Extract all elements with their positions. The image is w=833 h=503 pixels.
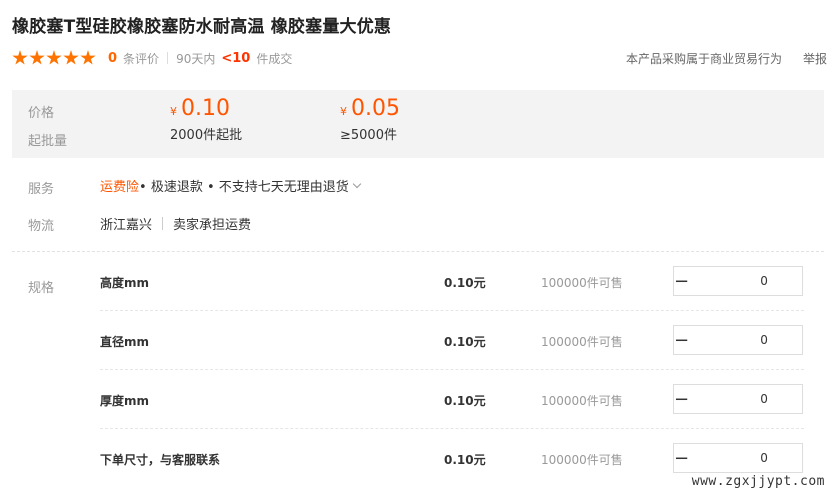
price-panel: 价格 起批量 ¥ 0.10 2000件起批 ¥ 0.05 ≥5000件 xyxy=(12,90,824,158)
tier-price: 0.10 xyxy=(181,96,230,121)
spec-name: 高度mm xyxy=(100,276,150,290)
star-icon xyxy=(29,50,45,65)
quantity-stepper: − + xyxy=(673,266,833,296)
sales-period: 90天内 xyxy=(176,51,216,66)
spec-name: 下单尺寸，与客服联系 xyxy=(100,453,221,467)
minus-button[interactable]: − xyxy=(674,385,689,413)
quantity-stepper: − + xyxy=(673,325,833,355)
chevron-down-icon[interactable] xyxy=(352,179,361,188)
quantity-input[interactable] xyxy=(689,444,833,472)
tier-moq: 2000件起批 xyxy=(170,128,243,143)
site-watermark: www.zgxjjypt.com xyxy=(691,474,825,489)
moq-label: 起批量 xyxy=(28,134,68,149)
spec-row: 直径mm 0.10元 100000件可售 − + xyxy=(100,311,833,370)
product-title: 橡胶塞T型硅胶橡胶塞防水耐高温 橡胶塞量大优惠 xyxy=(12,17,392,37)
currency-symbol: ¥ xyxy=(340,105,347,118)
spec-price: 0.10元 xyxy=(444,453,486,467)
service-label: 服务 xyxy=(28,182,55,197)
spec-stock: 100000件可售 xyxy=(541,453,623,467)
logistics-label: 物流 xyxy=(28,219,55,234)
report-link[interactable]: 举报 xyxy=(803,50,827,67)
spec-name: 厚度mm xyxy=(100,394,150,408)
logistics-info: 浙江嘉兴 卖家承担运费 xyxy=(100,214,251,233)
shipping-insurance[interactable]: 运费险 xyxy=(100,176,139,195)
tier-moq: ≥5000件 xyxy=(340,128,397,143)
quantity-stepper: − + xyxy=(673,384,833,414)
minus-button[interactable]: − xyxy=(674,326,689,354)
star-icon xyxy=(46,50,62,65)
quantity-stepper: − + xyxy=(673,443,833,473)
deal-label: 件成交 xyxy=(256,51,293,66)
purchase-notice: 本产品采购属于商业贸易行为 xyxy=(625,51,782,66)
service-terms: • 极速退款 • 不支持七天无理由退货 xyxy=(139,180,349,195)
service-info[interactable]: 运费险 • 极速退款 • 不支持七天无理由退货 xyxy=(100,176,361,195)
minus-button[interactable]: − xyxy=(674,267,689,295)
spec-stock: 100000件可售 xyxy=(541,394,623,408)
quantity-input[interactable] xyxy=(689,326,833,354)
tier-price: 0.05 xyxy=(351,96,400,121)
price-tier: ¥ 0.10 2000件起批 xyxy=(170,96,242,143)
star-icon xyxy=(12,50,28,65)
divider xyxy=(162,217,164,230)
spec-label: 规格 xyxy=(28,281,55,296)
spec-stock: 100000件可售 xyxy=(541,335,623,349)
price-label: 价格 xyxy=(28,106,55,121)
spec-row: 厚度mm 0.10元 100000件可售 − + xyxy=(100,370,833,429)
currency-symbol: ¥ xyxy=(170,105,177,118)
rating-row: 0 条评价 90天内 <10 件成交 本产品采购属于商业贸易行为 举报 xyxy=(12,49,827,67)
spec-price: 0.10元 xyxy=(444,394,486,408)
ship-origin: 浙江嘉兴 xyxy=(100,218,153,233)
minus-button[interactable]: − xyxy=(674,444,689,472)
spec-name: 直径mm xyxy=(100,335,150,349)
spec-price: 0.10元 xyxy=(444,276,486,290)
price-tier: ¥ 0.05 ≥5000件 xyxy=(340,96,400,143)
star-icon xyxy=(80,50,96,65)
spec-stock: 100000件可售 xyxy=(541,276,623,290)
review-count[interactable]: 0 xyxy=(108,51,117,66)
deal-count: <10 xyxy=(221,50,251,66)
divider xyxy=(167,52,169,64)
star-icon xyxy=(63,50,79,65)
star-rating xyxy=(12,50,96,66)
quantity-input[interactable] xyxy=(689,267,833,295)
review-label[interactable]: 条评价 xyxy=(123,50,159,67)
shipping-fee-note: 卖家承担运费 xyxy=(173,218,252,233)
spec-row: 高度mm 0.10元 100000件可售 − + xyxy=(100,252,833,311)
quantity-input[interactable] xyxy=(689,385,833,413)
spec-price: 0.10元 xyxy=(444,335,486,349)
